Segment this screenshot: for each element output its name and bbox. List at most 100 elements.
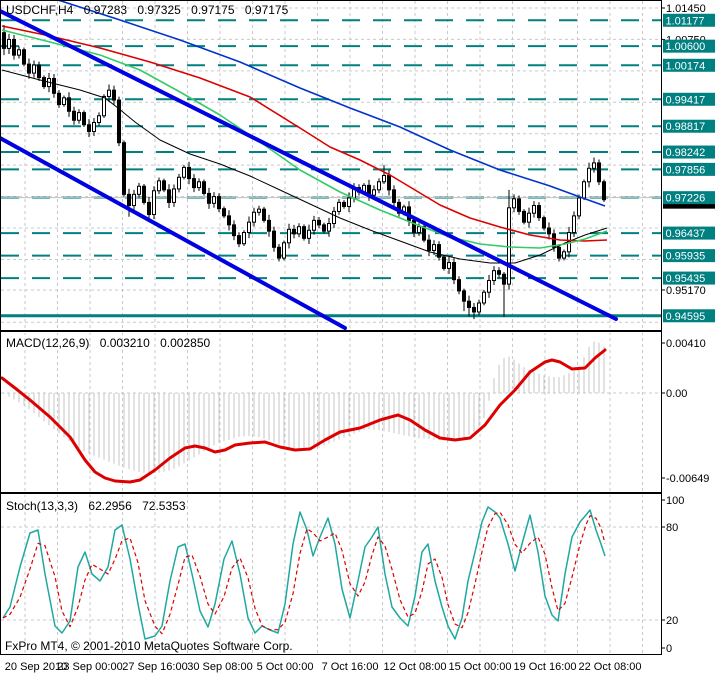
macd-axis-label: 0.00410 xyxy=(666,338,706,350)
candle-bullish xyxy=(507,207,511,285)
candle-bullish xyxy=(242,232,246,245)
macd-name-label: MACD(12,26,9) xyxy=(6,336,90,350)
candle-bearish xyxy=(442,256,446,269)
candle-bullish xyxy=(337,201,341,212)
candle-bearish xyxy=(317,219,321,226)
candle-bearish xyxy=(427,239,431,251)
stoch-axis-label: 80 xyxy=(666,522,678,534)
candle-bullish xyxy=(332,210,336,225)
candle-bearish xyxy=(207,192,211,204)
title-low-value: 0.97175 xyxy=(191,3,235,17)
candle-bullish xyxy=(447,262,451,269)
candle-bullish xyxy=(247,221,251,234)
stoch-d-value: 72.5353 xyxy=(142,499,186,513)
price-tag-label: 0.95435 xyxy=(666,273,706,285)
candle-bullish xyxy=(132,193,136,207)
macd-signal-value: 0.002850 xyxy=(160,336,211,350)
time-axis-label: 27 Sep 16:00 xyxy=(122,661,187,673)
price-tag-label: 0.98817 xyxy=(666,121,706,133)
candle-bullish xyxy=(297,226,301,235)
chart-title: USDCHF,H4 0.97283 0.97325 0.97175 0.9717… xyxy=(6,3,295,17)
candle-bearish xyxy=(342,201,346,207)
candle-bullish xyxy=(212,196,216,204)
candle-bullish xyxy=(562,251,566,259)
candle-bearish xyxy=(227,215,231,226)
stoch-name-label: Stoch(13,3,3) xyxy=(6,499,79,513)
macd-axis-label: 0.00 xyxy=(666,388,687,400)
candle-bearish xyxy=(237,235,241,245)
time-axis-label: 15 Oct 00:00 xyxy=(449,661,512,673)
candle-bullish xyxy=(582,181,586,199)
candle-bearish xyxy=(82,112,86,126)
price-tag-label: 0.97856 xyxy=(666,164,706,176)
candle-bearish xyxy=(292,228,296,235)
candle-bearish xyxy=(462,290,466,302)
candle-bearish xyxy=(57,92,61,106)
candle-bullish xyxy=(527,212,531,223)
candle-bearish xyxy=(22,49,26,65)
candle-bearish xyxy=(602,181,606,201)
candle-bearish xyxy=(142,185,146,203)
candle-bullish xyxy=(77,112,81,121)
candle-bullish xyxy=(92,121,96,132)
stoch-indicator-label: Stoch(13,3,3) 62.2956 72.5353 xyxy=(6,499,193,513)
candle-bearish xyxy=(597,162,601,183)
price-tag-label: 0.94595 xyxy=(666,311,706,323)
candle-bearish xyxy=(497,270,501,275)
candle-bearish xyxy=(67,97,71,112)
candle-bullish xyxy=(252,211,256,223)
candle-bearish xyxy=(557,246,561,259)
price-tag-label: 1.00600 xyxy=(666,41,706,53)
price-tag-label: 1.01177 xyxy=(666,15,705,27)
candle-bullish xyxy=(327,223,331,232)
candle-bearish xyxy=(277,246,281,259)
candle-bearish xyxy=(72,110,76,121)
candle-bullish xyxy=(492,270,496,282)
candle-bearish xyxy=(87,124,91,132)
candle-bearish xyxy=(52,77,56,94)
time-axis-label: 23 Sep 00:00 xyxy=(57,661,122,673)
stoch-k-value: 62.2956 xyxy=(88,499,132,513)
candle-bullish xyxy=(372,189,376,196)
candle-bullish xyxy=(257,208,261,213)
price-tag-label: 0.95935 xyxy=(666,251,706,263)
copyright-text: FxPro MT4, © 2001-2010 MetaQuotes Softwa… xyxy=(5,639,293,653)
candle-bullish xyxy=(287,228,291,244)
candle-bearish xyxy=(272,230,276,248)
candle-bearish xyxy=(467,300,471,308)
candle-bullish xyxy=(532,205,536,214)
title-high-value: 0.97325 xyxy=(137,3,181,17)
macd-panel-frame xyxy=(0,331,662,493)
stoch-axis-label: 20 xyxy=(666,615,678,627)
candle-bullish xyxy=(177,176,181,190)
candle-bearish xyxy=(117,99,121,144)
macd-main-value: 0.003210 xyxy=(99,336,150,350)
candle-bearish xyxy=(542,217,546,229)
time-axis-label: 19 Oct 16:00 xyxy=(514,661,577,673)
mt4-chart-window: 1.014501.007500.951701.011771.006001.001… xyxy=(0,0,716,673)
price-axis-label: 1.01450 xyxy=(666,3,706,15)
candle-bullish xyxy=(157,180,161,192)
candle-bearish xyxy=(412,219,416,233)
candle-bullish xyxy=(62,97,66,106)
candle-bearish xyxy=(162,180,166,191)
price-tag-label: 0.98242 xyxy=(666,147,706,159)
candle-bearish xyxy=(202,181,206,194)
stoch-panel-frame xyxy=(0,493,662,655)
candle-bearish xyxy=(167,189,171,203)
price-tag-label: 0.99417 xyxy=(666,94,706,106)
candle-bearish xyxy=(457,279,461,292)
time-axis-label: 30 Sep 08:00 xyxy=(187,661,252,673)
candle-bearish xyxy=(217,196,221,210)
candle-bearish xyxy=(267,219,271,232)
candle-bullish xyxy=(312,219,316,231)
candle-bearish xyxy=(37,64,41,79)
candle-bullish xyxy=(7,38,11,49)
candle-bullish xyxy=(592,162,596,169)
candle-bearish xyxy=(302,226,306,239)
candle-bullish xyxy=(577,197,581,217)
candle-bearish xyxy=(517,198,521,212)
macd-axis-label: -0.00649 xyxy=(666,473,709,485)
candle-bearish xyxy=(392,189,396,203)
price-tag-label: 1.00174 xyxy=(666,60,706,72)
